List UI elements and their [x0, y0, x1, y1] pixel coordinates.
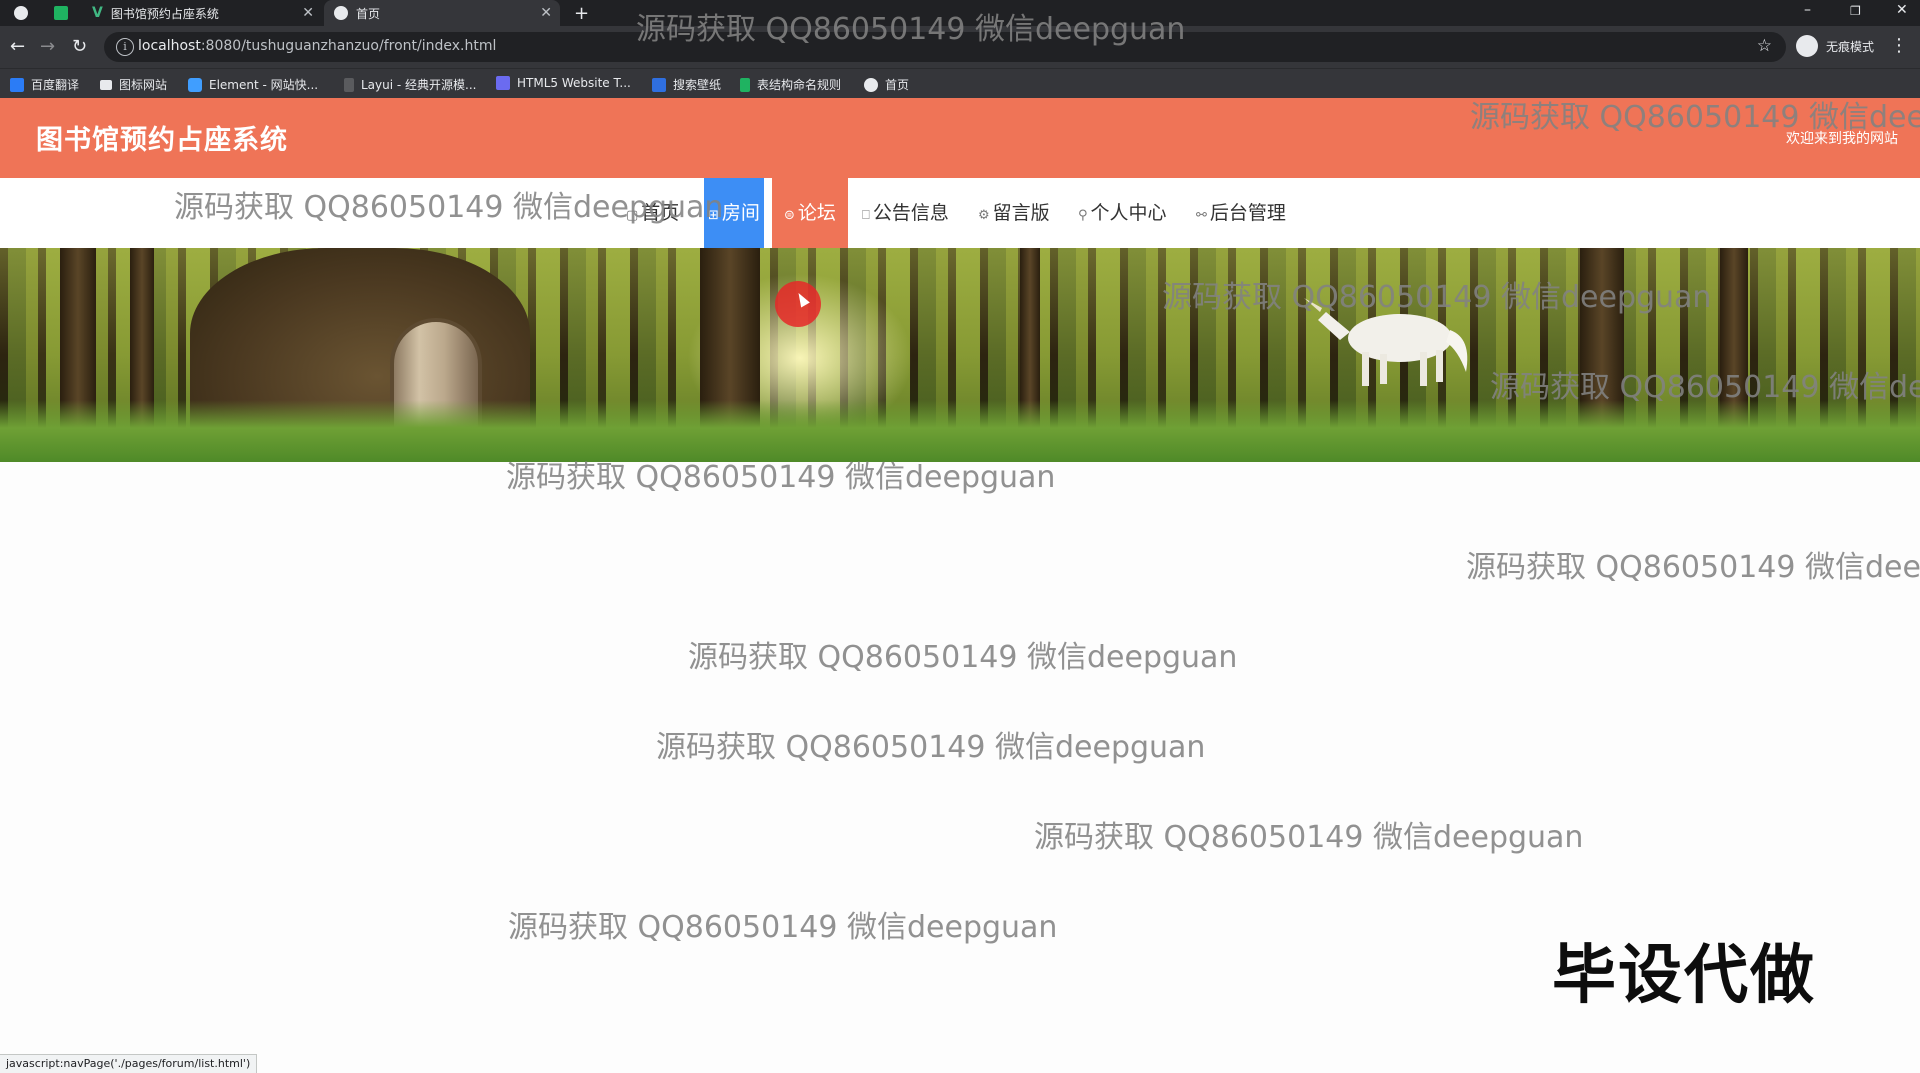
star-icon[interactable]: ☆: [1757, 36, 1772, 56]
incognito-badge[interactable]: 无痕模式: [1796, 35, 1874, 57]
url-host: localhost: [138, 38, 201, 54]
promo-stamp: 毕设代做: [1552, 939, 1816, 1013]
watermark-text: 源码获取 QQ86050149 微信deepguan: [508, 910, 1058, 945]
bookmark-item[interactable]: Layui - 经典开源模...: [344, 76, 476, 93]
back-icon[interactable]: ←: [10, 36, 25, 57]
watermark-text: 源码获取 QQ86050149 微信dee: [1490, 370, 1920, 405]
app-icon: [54, 6, 68, 20]
gear-icon: ⚙: [978, 208, 990, 223]
close-icon[interactable]: ✕: [302, 5, 314, 21]
status-bar: javascript:navPage('./pages/forum/list.h…: [0, 1054, 258, 1073]
nav-item-forum[interactable]: ⊜ 论坛: [772, 178, 848, 248]
bookmark-item[interactable]: 首页: [864, 76, 909, 93]
vue-icon: V: [92, 5, 103, 21]
cursor-highlight: [775, 281, 821, 327]
watermark-text: 源码获取 QQ86050149 微信deep: [1466, 550, 1920, 585]
nav-item-admin[interactable]: ⚯ 后台管理: [1196, 178, 1286, 248]
bookmark-item[interactable]: 百度翻译: [10, 76, 79, 93]
watermark-text: 源码获取 QQ86050149 微信deepguan: [174, 190, 724, 225]
bookmark-item[interactable]: 图标网站: [100, 76, 167, 93]
reload-icon[interactable]: ↻: [72, 36, 87, 57]
info-icon[interactable]: i: [116, 38, 134, 56]
incognito-icon: [1796, 35, 1818, 57]
watermark-text: 源码获取 QQ86050149 微信deepguan: [688, 640, 1238, 675]
minimize-icon[interactable]: –: [1804, 2, 1811, 18]
browser-tab-pinned[interactable]: [48, 0, 78, 26]
translate-icon: [10, 77, 24, 92]
watermark-text: 源码获取 QQ86050149 微信deepguan: [656, 730, 1206, 765]
watermark-text: 源码获取 QQ86050149 微信deepguan: [1162, 280, 1712, 315]
site-title: 图书馆预约占座系统: [36, 125, 288, 156]
html5-icon: [496, 76, 510, 90]
nav-item-messages[interactable]: ⚙ 留言版: [978, 178, 1050, 248]
forum-icon: ⊜: [784, 208, 795, 223]
bookmark-item[interactable]: Element - 网站快...: [188, 76, 318, 93]
watermark-text: 源码获取 QQ86050149 微信deepguan: [636, 12, 1186, 47]
nav-item-notice[interactable]: ⎕ 公告信息: [862, 178, 949, 248]
forward-icon[interactable]: →: [40, 36, 55, 57]
url-path: :8080/tushuguanzhanzuo/front/index.html: [200, 38, 497, 54]
globe-icon: [334, 6, 348, 20]
new-tab-button[interactable]: +: [574, 0, 594, 26]
watermark-text: 源码获取 QQ86050149 微信deepguan: [506, 460, 1056, 495]
bookmark-item[interactable]: 搜索壁纸: [652, 76, 721, 93]
close-icon[interactable]: ✕: [540, 5, 552, 21]
wallpaper-icon: [652, 77, 666, 92]
browser-tab-1[interactable]: V 图书馆预约占座系统 ✕: [82, 0, 322, 26]
flag-icon: [100, 79, 112, 90]
restore-icon[interactable]: ❐: [1850, 4, 1861, 18]
watermark-text: 源码获取 QQ86050149 微信deep: [1470, 100, 1920, 135]
bookmark-item[interactable]: HTML5 Website T...: [496, 76, 631, 90]
nav-item-profile[interactable]: ⚲ 个人中心: [1078, 178, 1167, 248]
watermark-text: 源码获取 QQ86050149 微信deepguan: [1034, 820, 1584, 855]
user-icon: ⚲: [1078, 208, 1088, 223]
browser-tab-title: 首页: [356, 6, 381, 21]
link-icon: ⚯: [1196, 208, 1207, 223]
menu-icon[interactable]: ⋮: [1890, 35, 1908, 56]
globe-icon: [864, 77, 878, 92]
browser-tab-0[interactable]: [8, 0, 48, 26]
layui-icon: [344, 77, 354, 92]
globe-icon: [14, 6, 28, 20]
close-window-icon[interactable]: ✕: [1896, 2, 1908, 18]
browser-tab-2[interactable]: 首页 ✕: [324, 0, 560, 26]
doc-icon: [740, 77, 750, 92]
bookmark-item[interactable]: 表结构命名规则: [740, 76, 841, 93]
element-icon: [188, 77, 202, 92]
browser-tab-title: 图书馆预约占座系统: [110, 6, 219, 21]
book-icon: ⎕: [862, 208, 870, 223]
